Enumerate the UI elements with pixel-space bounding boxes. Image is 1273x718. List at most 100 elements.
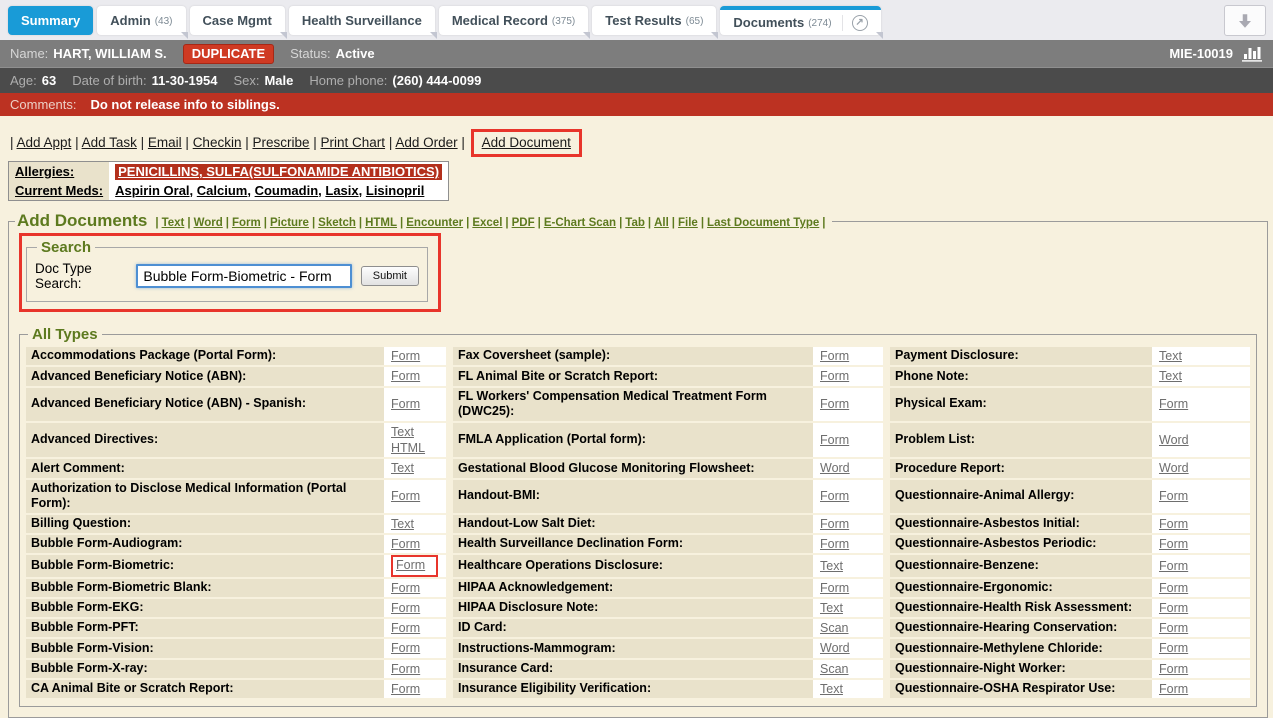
doc-format-link-form[interactable]: Form xyxy=(820,517,849,531)
checkin-link[interactable]: Checkin xyxy=(193,135,242,150)
doc-format-link-form[interactable]: Form xyxy=(820,433,849,447)
add-appt-link[interactable]: Add Appt xyxy=(17,135,72,150)
doc-type-format-cell: Form xyxy=(1152,639,1250,657)
med-link-calcium[interactable]: Calcium xyxy=(197,183,248,198)
doc-format-link-word[interactable]: Word xyxy=(1159,433,1189,447)
filter-last-document-type-link[interactable]: Last Document Type xyxy=(707,217,819,229)
duplicate-badge[interactable]: DUPLICATE xyxy=(183,44,274,64)
doc-type-format-cell: Word xyxy=(813,459,883,477)
med-link-coumadin[interactable]: Coumadin xyxy=(255,183,319,198)
doc-format-link-form[interactable]: Form xyxy=(391,489,420,503)
doc-format-link-form[interactable]: Form xyxy=(820,581,849,595)
filter-picture-link[interactable]: Picture xyxy=(270,217,309,229)
doc-format-link-text[interactable]: Text xyxy=(391,425,414,439)
doc-format-link-text[interactable]: Text xyxy=(820,601,843,615)
doc-format-link-form[interactable]: Form xyxy=(1159,601,1188,615)
doc-format-link-text[interactable]: Text xyxy=(391,461,414,475)
doc-format-link-text[interactable]: Text xyxy=(1159,369,1182,383)
print-chart-link[interactable]: Print Chart xyxy=(321,135,386,150)
quick-actions-row: | Add Appt | Add Task | Email | Checkin … xyxy=(10,129,1273,157)
doc-type-search-input[interactable] xyxy=(136,264,351,288)
doc-format-link-html[interactable]: HTML xyxy=(391,441,425,455)
current-meds-link[interactable]: Current Meds: xyxy=(15,183,103,198)
download-chart-button[interactable] xyxy=(1224,5,1266,36)
doc-format-link-word[interactable]: Word xyxy=(1159,461,1189,475)
tab-medical-record[interactable]: Medical Record(375) xyxy=(439,6,588,35)
med-link-lasix[interactable]: Lasix xyxy=(325,183,358,198)
doc-format-link-form[interactable]: Form xyxy=(1159,641,1188,655)
doc-type-name: Gestational Blood Glucose Monitoring Flo… xyxy=(453,459,813,477)
filter-e-chart-scan-link[interactable]: E-Chart Scan xyxy=(544,217,616,229)
doc-format-link-form[interactable]: Form xyxy=(1159,517,1188,531)
filter-all-link[interactable]: All xyxy=(654,217,669,229)
submit-button[interactable]: Submit xyxy=(361,266,419,286)
filter-form-link[interactable]: Form xyxy=(232,217,261,229)
tab-documents[interactable]: Documents(274)↗ xyxy=(720,6,880,35)
doc-format-link-form[interactable]: Form xyxy=(820,537,849,551)
filter-text-link[interactable]: Text xyxy=(162,217,185,229)
doc-format-link-form[interactable]: Form xyxy=(391,537,420,551)
doc-format-link-form[interactable]: Form xyxy=(820,349,849,363)
med-link-lisinopril[interactable]: Lisinopril xyxy=(366,183,425,198)
doc-type-format-cell: Text xyxy=(1152,367,1250,385)
doc-format-link-scan[interactable]: Scan xyxy=(820,621,849,635)
filter-pdf-link[interactable]: PDF xyxy=(512,217,535,229)
doc-format-link-text[interactable]: Text xyxy=(820,559,843,573)
filter-word-link[interactable]: Word xyxy=(194,217,223,229)
doc-type-format-cell: Form xyxy=(384,388,446,421)
med-link-aspirin-oral[interactable]: Aspirin Oral xyxy=(115,183,189,198)
doc-format-link-form[interactable]: Form xyxy=(391,397,420,411)
prescribe-link[interactable]: Prescribe xyxy=(252,135,309,150)
tab-summary[interactable]: Summary xyxy=(8,6,93,35)
doc-format-link-word[interactable]: Word xyxy=(820,641,850,655)
email-link[interactable]: Email xyxy=(148,135,182,150)
filter-encounter-link[interactable]: Encounter xyxy=(406,217,463,229)
allergy-value-link[interactable]: PENICILLINS, SULFA(SULFONAMIDE ANTIBIOTI… xyxy=(115,164,442,180)
doc-format-link-form[interactable]: Form xyxy=(396,558,425,572)
doc-format-link-form[interactable]: Form xyxy=(1159,489,1188,503)
doc-format-link-form[interactable]: Form xyxy=(391,621,420,635)
filter-html-link[interactable]: HTML xyxy=(365,217,397,229)
open-documents-external-button[interactable]: ↗ xyxy=(842,15,868,31)
doc-format-link-form[interactable]: Form xyxy=(1159,662,1188,676)
tab-test-results[interactable]: Test Results(65) xyxy=(592,6,716,35)
doc-type-name: Questionnaire-Animal Allergy: xyxy=(890,480,1152,513)
current-meds-values: Aspirin Oral, Calcium, Coumadin, Lasix, … xyxy=(109,181,448,201)
allergies-link[interactable]: Allergies: xyxy=(15,164,74,179)
doc-format-link-scan[interactable]: Scan xyxy=(820,662,849,676)
filter-excel-link[interactable]: Excel xyxy=(472,217,502,229)
doc-format-link-text[interactable]: Text xyxy=(1159,349,1182,363)
bar-chart-icon[interactable] xyxy=(1241,45,1263,62)
tab-case-mgmt[interactable]: Case Mgmt xyxy=(190,6,285,35)
doc-format-link-form[interactable]: Form xyxy=(391,662,420,676)
doc-format-link-form[interactable]: Form xyxy=(1159,537,1188,551)
tab-corner-fold xyxy=(583,32,590,39)
filter-file-link[interactable]: File xyxy=(678,217,698,229)
doc-format-link-form[interactable]: Form xyxy=(391,601,420,615)
filter-tab-link[interactable]: Tab xyxy=(625,217,645,229)
tab-health-surveillance[interactable]: Health Surveillance xyxy=(289,6,435,35)
doc-format-link-form[interactable]: Form xyxy=(391,682,420,696)
patient-comments: Do not release info to siblings. xyxy=(90,97,279,112)
tab-admin[interactable]: Admin(43) xyxy=(97,6,185,35)
doc-format-link-form[interactable]: Form xyxy=(820,489,849,503)
doc-format-link-form[interactable]: Form xyxy=(1159,621,1188,635)
doc-format-link-text[interactable]: Text xyxy=(391,517,414,531)
doc-format-link-form[interactable]: Form xyxy=(1159,397,1188,411)
doc-format-link-form[interactable]: Form xyxy=(391,581,420,595)
doc-format-link-form[interactable]: Form xyxy=(391,369,420,383)
add-document-link[interactable]: Add Document xyxy=(482,135,571,150)
doc-type-table-row: Bubble Form-Biometric Blank:FormHIPAA Ac… xyxy=(26,579,1250,597)
doc-format-link-text[interactable]: Text xyxy=(820,682,843,696)
doc-format-link-form[interactable]: Form xyxy=(1159,559,1188,573)
add-order-link[interactable]: Add Order xyxy=(395,135,457,150)
doc-format-link-word[interactable]: Word xyxy=(820,461,850,475)
doc-format-link-form[interactable]: Form xyxy=(391,641,420,655)
doc-format-link-form[interactable]: Form xyxy=(391,349,420,363)
add-task-link[interactable]: Add Task xyxy=(82,135,137,150)
filter-sketch-link[interactable]: Sketch xyxy=(318,217,356,229)
doc-format-link-form[interactable]: Form xyxy=(820,369,849,383)
doc-format-link-form[interactable]: Form xyxy=(820,397,849,411)
doc-format-link-form[interactable]: Form xyxy=(1159,682,1188,696)
doc-format-link-form[interactable]: Form xyxy=(1159,581,1188,595)
